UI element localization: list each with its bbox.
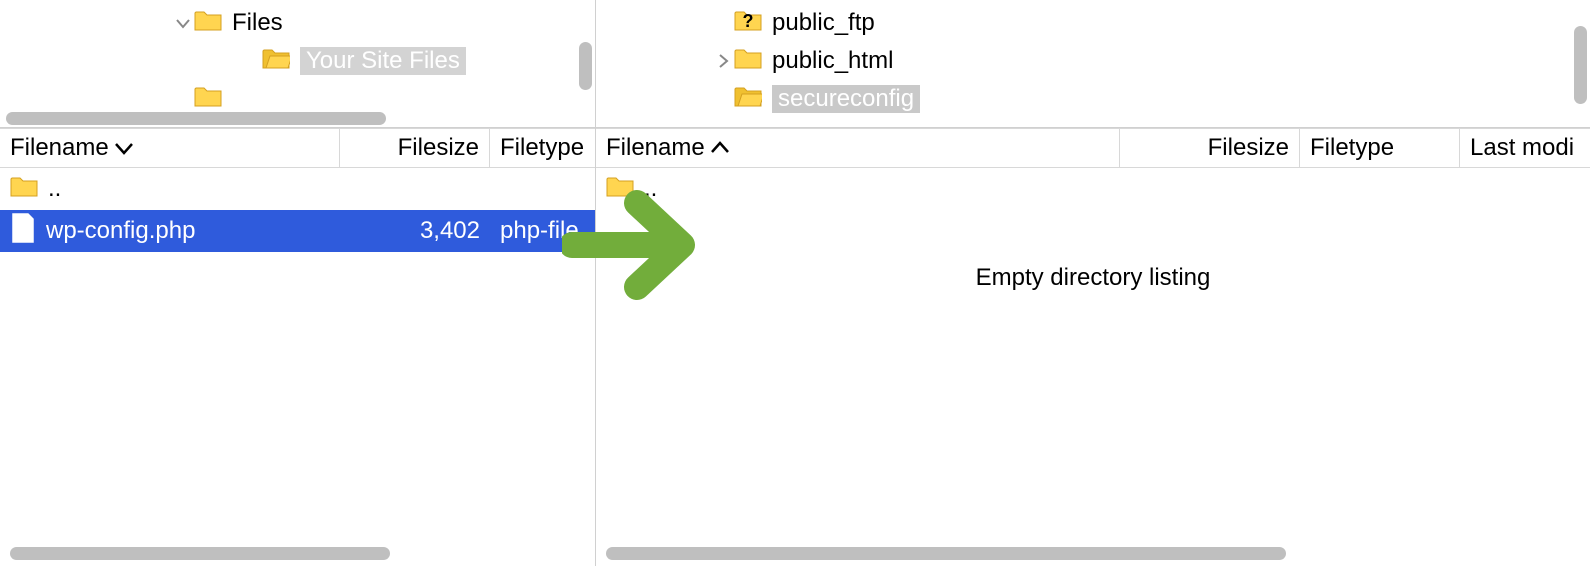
- tree-label: Files: [232, 9, 283, 37]
- folder-icon: [734, 84, 772, 115]
- folder-icon: [194, 84, 232, 115]
- sort-asc-icon: [711, 141, 729, 155]
- column-filetype[interactable]: Filetype: [1300, 129, 1460, 167]
- chevron-right-icon[interactable]: [712, 50, 734, 72]
- file-name: ..: [48, 175, 61, 203]
- column-label: Filetype: [1310, 134, 1394, 162]
- local-column-headers: Filename Filesize Filetype: [0, 128, 595, 168]
- column-label: Filesize: [398, 134, 479, 162]
- list-item[interactable]: ..: [0, 168, 595, 210]
- tree-item[interactable]: Your Site Files: [0, 42, 595, 80]
- sort-desc-icon: [115, 141, 133, 155]
- column-label: Filename: [606, 134, 705, 162]
- file-type: php-file: [490, 217, 595, 245]
- tree-item[interactable]: ? public_ftp: [596, 4, 1590, 42]
- file-size: 3,402: [340, 217, 490, 245]
- tree-label: secureconfig: [772, 85, 920, 113]
- folder-icon: [734, 46, 772, 77]
- local-tree[interactable]: Files Your Site Files: [0, 0, 595, 128]
- svg-text:?: ?: [743, 11, 754, 31]
- file-name: wp-config.php: [46, 217, 195, 245]
- column-label: Last modi: [1470, 134, 1574, 162]
- file-icon: [10, 213, 36, 250]
- empty-directory-message: Empty directory listing: [596, 264, 1590, 292]
- folder-icon: [262, 46, 300, 77]
- folder-icon: [10, 174, 38, 205]
- scrollbar-horizontal[interactable]: [606, 547, 1570, 560]
- expander-placeholder: [172, 88, 194, 110]
- tree-label: Your Site Files: [300, 47, 466, 75]
- tree-item[interactable]: Files: [0, 4, 595, 42]
- chevron-down-icon[interactable]: [172, 12, 194, 34]
- tree-label: public_html: [772, 47, 893, 75]
- expander-placeholder: [712, 12, 734, 34]
- column-filesize[interactable]: Filesize: [1120, 129, 1300, 167]
- list-item[interactable]: ..: [596, 168, 1590, 210]
- list-item[interactable]: wp-config.php 3,402php-file: [0, 210, 595, 252]
- tree-item[interactable]: public_html: [596, 42, 1590, 80]
- column-filetype[interactable]: Filetype: [490, 129, 595, 167]
- folder-icon: ?: [734, 8, 772, 39]
- column-label: Filesize: [1208, 134, 1289, 162]
- expander-placeholder: [240, 50, 262, 72]
- scrollbar-horizontal[interactable]: [10, 547, 575, 560]
- remote-column-headers: Filename Filesize Filetype Last modi: [596, 128, 1590, 168]
- local-file-list[interactable]: .. wp-config.php 3,402php-file: [0, 168, 595, 566]
- column-filesize[interactable]: Filesize: [340, 129, 490, 167]
- scrollbar-horizontal[interactable]: [6, 112, 577, 125]
- tree-item[interactable]: secureconfig: [596, 80, 1590, 118]
- column-lastmodified[interactable]: Last modi: [1460, 129, 1590, 167]
- folder-icon: [606, 174, 634, 205]
- remote-file-list[interactable]: .. Empty directory listing: [596, 168, 1590, 566]
- tree-label: public_ftp: [772, 9, 875, 37]
- file-name: ..: [644, 175, 657, 203]
- folder-icon: [194, 8, 232, 39]
- column-label: Filetype: [500, 134, 584, 162]
- scrollbar-vertical[interactable]: [579, 6, 592, 109]
- column-filename[interactable]: Filename: [0, 129, 340, 167]
- scrollbar-vertical[interactable]: [1574, 6, 1587, 109]
- remote-tree[interactable]: ? public_ftp public_html secureconfig: [596, 0, 1590, 128]
- column-filename[interactable]: Filename: [596, 129, 1120, 167]
- expander-placeholder: [712, 88, 734, 110]
- column-label: Filename: [10, 134, 109, 162]
